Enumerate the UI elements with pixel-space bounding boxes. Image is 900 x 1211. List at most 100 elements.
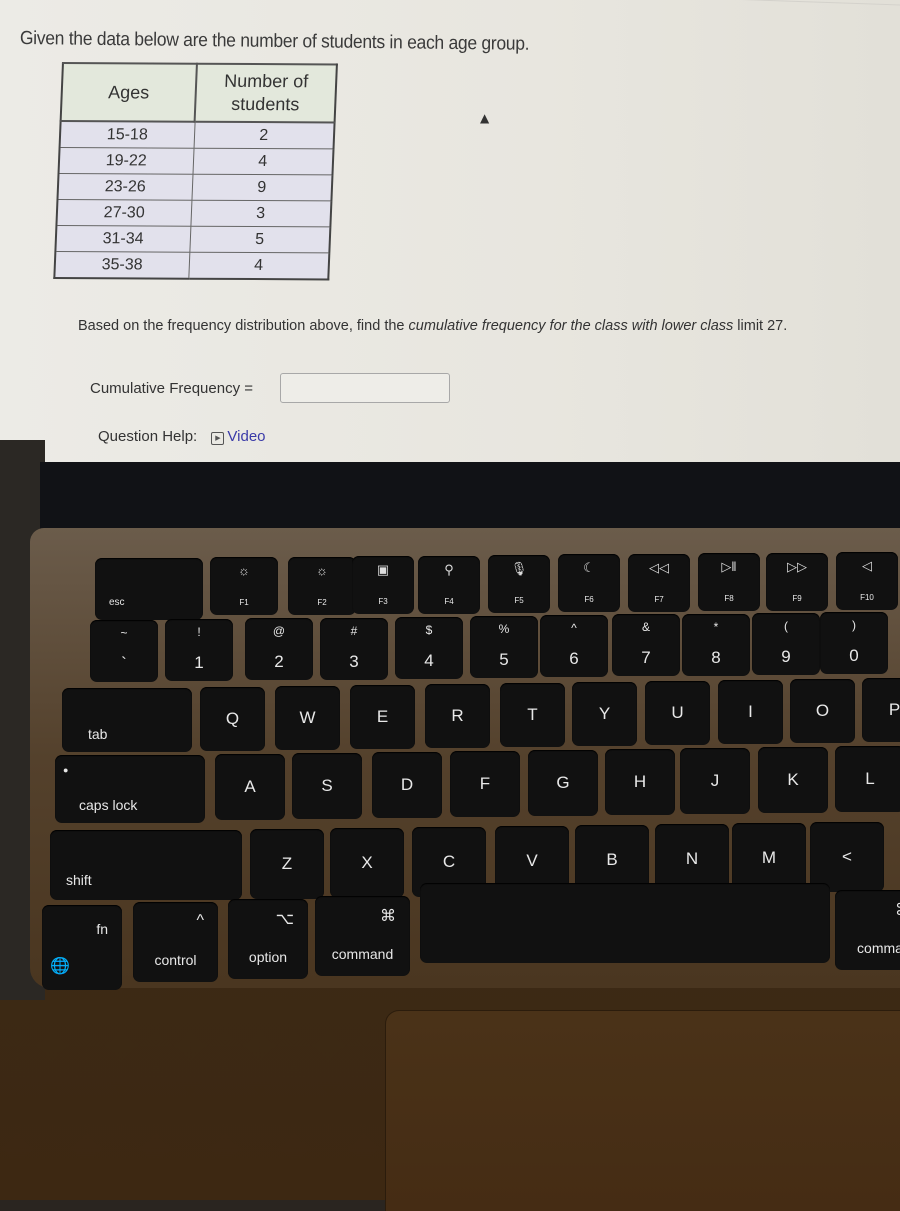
key-6[interactable]: ^ 6: [540, 615, 608, 678]
key-5[interactable]: % 5: [470, 616, 538, 678]
key-label: option: [248, 949, 288, 965]
key-command[interactable]: ⌘ command: [315, 896, 410, 976]
key-f8[interactable]: ▷‖ F8: [698, 553, 760, 612]
question-emphasis: cumulative frequency for the class with …: [408, 318, 734, 334]
mouse-cursor-icon: ▲: [480, 111, 490, 125]
key-shift-symbol: !: [197, 625, 201, 640]
key-symbol: 8: [711, 647, 721, 667]
key-8[interactable]: * 8: [682, 613, 750, 676]
key-9[interactable]: ( 9: [752, 612, 820, 675]
fn-symbol-icon: ▷‖: [721, 559, 737, 575]
key-caps-lock[interactable]: ● caps lock: [55, 755, 205, 823]
key-f3[interactable]: ▣ F3: [352, 556, 414, 615]
key-label: F10: [860, 593, 874, 602]
trackpad[interactable]: [385, 1010, 900, 1211]
key-w[interactable]: W: [275, 686, 340, 750]
video-help-link[interactable]: ▶ Video: [211, 428, 266, 445]
key-7[interactable]: & 7: [612, 614, 680, 677]
question-pre: Based on the frequency distribution abov…: [78, 318, 409, 334]
key-q[interactable]: Q: [200, 687, 265, 751]
key-f7[interactable]: ◁◁ F7: [628, 553, 690, 612]
key-letter: T: [527, 705, 538, 724]
globe-icon: 🌐: [50, 958, 70, 975]
fn-symbol-icon: ◁◁: [649, 559, 669, 575]
key-t[interactable]: T: [500, 683, 565, 747]
key-f6[interactable]: ☾ F6: [558, 554, 620, 613]
key-f9[interactable]: ▷▷ F9: [766, 552, 828, 611]
age-range-cell: 27-30: [56, 199, 192, 227]
key-1[interactable]: ! 1: [165, 619, 233, 682]
key-label: F9: [792, 593, 802, 603]
key-comma[interactable]: <: [810, 822, 884, 892]
key-letter: V: [526, 851, 538, 870]
key-s[interactable]: S: [292, 753, 362, 819]
key-i[interactable]: I: [718, 680, 783, 744]
key-f[interactable]: F: [450, 751, 520, 817]
question-help: Question Help: ▶ Video: [98, 428, 266, 445]
play-icon: ▶: [211, 432, 225, 445]
key-label: F4: [444, 596, 454, 606]
key-f1[interactable]: ☼ F1: [210, 557, 278, 616]
key-fn-globe[interactable]: fn 🌐: [42, 905, 122, 990]
key-shift-symbol: ): [852, 618, 856, 632]
key-e[interactable]: E: [350, 685, 415, 749]
key-letter: I: [748, 702, 753, 721]
key-g[interactable]: G: [528, 750, 598, 816]
key-shift-symbol: ^: [571, 621, 577, 636]
key-3[interactable]: # 3: [320, 617, 388, 680]
key-l[interactable]: L: [835, 746, 900, 812]
key-symbol: 7: [641, 648, 651, 668]
key-k[interactable]: K: [758, 747, 828, 813]
key-o[interactable]: O: [790, 679, 855, 743]
key-shift-symbol: *: [713, 619, 719, 634]
key-option[interactable]: ⌥ option: [228, 899, 308, 979]
key-comma[interactable]: ⌘ comma: [835, 890, 900, 970]
key-symbol: 4: [424, 650, 434, 670]
key-letter: M: [761, 848, 777, 867]
table-row: 27-30 3: [56, 199, 332, 227]
key-0[interactable]: ) 0: [820, 612, 888, 674]
key-z[interactable]: Z: [250, 829, 324, 899]
question-post: limit 27.: [733, 318, 788, 334]
key-x[interactable]: X: [330, 828, 404, 898]
question-intro: Given the data below are the number of s…: [19, 28, 530, 55]
key-shift-symbol: %: [498, 622, 510, 636]
key-tab[interactable]: tab: [62, 688, 192, 752]
cumulative-frequency-input[interactable]: [280, 373, 450, 403]
key-symbol: `: [121, 654, 127, 673]
key-letter: S: [321, 776, 333, 795]
key-symbol: 6: [569, 649, 579, 669]
key-letter: E: [376, 707, 389, 726]
fn-symbol-icon: ▣: [376, 562, 390, 578]
key-d[interactable]: D: [372, 752, 442, 818]
key-shift[interactable]: shift: [50, 830, 242, 900]
fn-symbol-icon: ☾: [583, 560, 595, 576]
web-page: Given the data below are the number of s…: [0, 0, 900, 462]
key-4[interactable]: $ 4: [395, 616, 463, 679]
screen-bezel: [40, 462, 900, 537]
key-esc[interactable]: esc: [95, 558, 203, 620]
key-symbol: 3: [349, 651, 359, 671]
key-symbol: 2: [274, 652, 284, 672]
key-f5[interactable]: 🎙 F5: [488, 555, 550, 613]
key-space[interactable]: [420, 883, 830, 963]
key-a[interactable]: A: [215, 754, 285, 820]
key-y[interactable]: Y: [572, 682, 637, 746]
key-h[interactable]: H: [605, 749, 675, 815]
student-count-cell: 2: [193, 121, 335, 149]
key-f10[interactable]: ◁ F10: [836, 552, 898, 610]
key-label: command: [331, 946, 394, 962]
key-`[interactable]: ~ `: [90, 620, 158, 682]
modifier-symbol-icon: ⌘: [380, 908, 396, 925]
key-f4[interactable]: ⚲ F4: [418, 555, 480, 614]
fn-symbol-icon: ☼: [316, 562, 328, 578]
key-p[interactable]: P: [862, 678, 900, 742]
key-2[interactable]: @ 2: [245, 618, 313, 681]
key-u[interactable]: U: [645, 681, 710, 745]
key-r[interactable]: R: [425, 684, 490, 748]
key-control[interactable]: ^ control: [133, 902, 218, 982]
key-j[interactable]: J: [680, 748, 750, 814]
key-letter: R: [451, 706, 464, 725]
key-f2[interactable]: ☼ F2: [288, 556, 356, 615]
age-range-cell: 35-38: [54, 251, 190, 279]
